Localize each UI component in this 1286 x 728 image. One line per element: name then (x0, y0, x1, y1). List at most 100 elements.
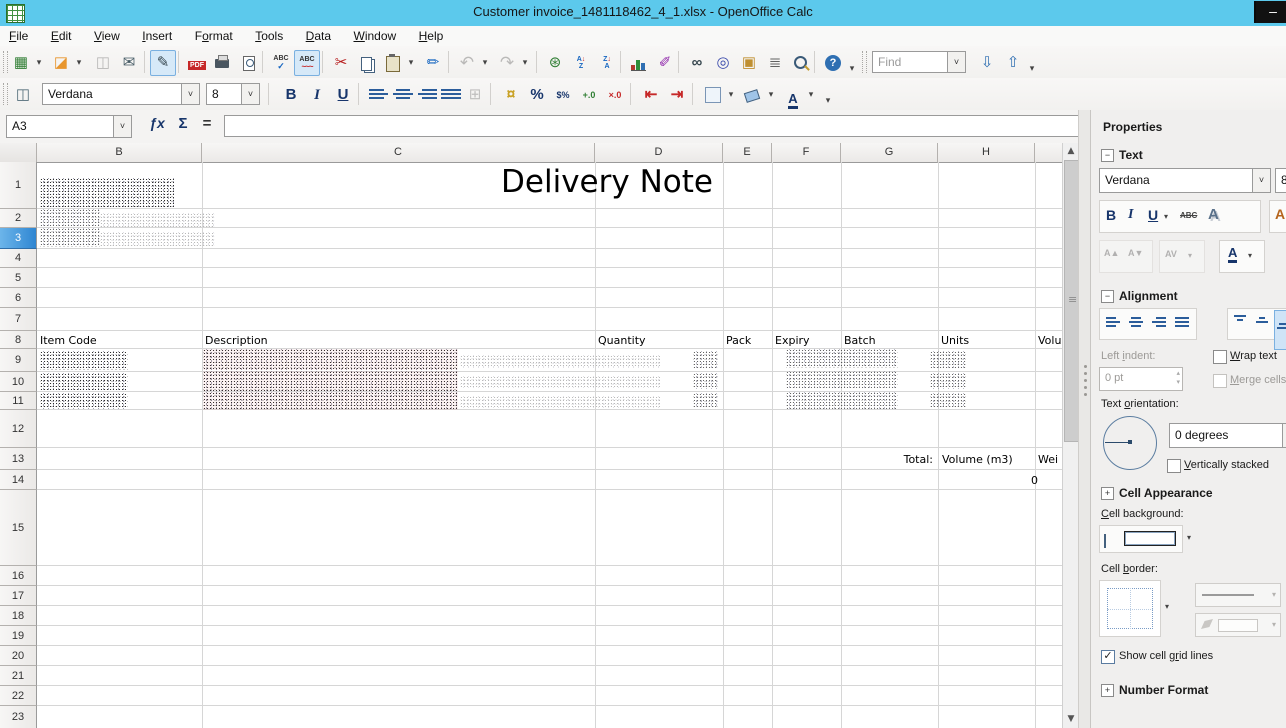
merge-cells-checkbox[interactable] (1213, 374, 1227, 388)
row-header-22[interactable]: 22 (0, 686, 37, 706)
cut-button[interactable]: ✂ (328, 50, 354, 76)
italic-button[interactable]: I (304, 82, 330, 108)
sidebar-align-right-button[interactable] (1150, 315, 1168, 327)
open-button[interactable]: ◪ (48, 50, 74, 76)
show-grid-lines-checkbox[interactable]: ✓ (1101, 650, 1115, 664)
cell-border-dropdown[interactable]: ▾ (1165, 602, 1169, 611)
new-document-button[interactable]: ▦ (8, 50, 34, 76)
section-text[interactable]: Text (1119, 148, 1143, 162)
row-header-11[interactable]: 11 (0, 392, 37, 410)
sum-button[interactable]: Σ (172, 115, 194, 137)
vertically-stacked-checkbox[interactable] (1167, 459, 1181, 473)
row-header-15[interactable]: 15 (0, 490, 37, 566)
sidebar-font-name-dropdown[interactable]: ˅ (1252, 169, 1270, 192)
row-header-10[interactable]: 10 (0, 372, 37, 392)
bold-button[interactable]: B (278, 82, 304, 108)
undo-dropdown[interactable]: ▾ (479, 56, 491, 68)
menu-help[interactable]: Help (410, 26, 453, 46)
function-wizard-button[interactable]: ƒx (146, 115, 168, 137)
find-input[interactable]: Find ˅ (872, 51, 966, 73)
cell-item-code[interactable]: Item Code (40, 334, 97, 347)
collapse-cell-appearance-section[interactable]: + (1101, 487, 1114, 500)
sort-ascending-button[interactable]: A↓Z (568, 50, 594, 76)
font-color-dropdown[interactable]: ▾ (805, 88, 817, 100)
cell-volume-header-partial[interactable]: Volu (1038, 334, 1062, 347)
menu-insert[interactable]: Insert (133, 26, 181, 46)
email-button[interactable]: ✉ (116, 50, 142, 76)
name-box[interactable]: A3 ˅ (6, 115, 132, 138)
sidebar-font-color-dropdown[interactable]: ▾ (1248, 251, 1252, 260)
background-color-button[interactable] (740, 82, 766, 108)
print-button[interactable] (210, 50, 236, 76)
merge-cells-label[interactable]: Merge cells (1230, 374, 1286, 386)
cell-border-button[interactable] (1099, 580, 1161, 637)
function-button[interactable]: = (196, 115, 218, 137)
row-header-16[interactable]: 16 (0, 566, 37, 586)
cell-background-button[interactable] (1099, 525, 1183, 553)
column-header-E[interactable]: E (723, 143, 772, 163)
find-next-button[interactable]: ⇩ (974, 50, 1000, 76)
sidebar-italic-button[interactable]: I (1128, 207, 1133, 223)
page-preview-button[interactable] (236, 50, 262, 76)
spin-up-icon[interactable]: ▴ (1176, 369, 1180, 377)
align-justify-button[interactable] (438, 82, 464, 108)
copy-button[interactable] (354, 50, 380, 76)
line-color-dropdown[interactable]: ▾ (1195, 613, 1281, 637)
select-all-corner[interactable] (0, 143, 37, 163)
data-sources-button[interactable]: ≣ (762, 50, 788, 76)
spin-down-icon[interactable]: ▾ (1176, 378, 1180, 386)
find-toolbar-overflow[interactable]: ▾ (1026, 62, 1038, 74)
background-color-dropdown[interactable]: ▾ (765, 88, 777, 100)
font-size-combo[interactable]: 8 ˅ (206, 83, 260, 105)
cell-background-dropdown[interactable]: ▾ (1187, 533, 1191, 542)
number-format-standard-button[interactable]: $% (550, 82, 576, 108)
redo-button[interactable]: ↷ (494, 50, 520, 76)
minimize-button[interactable]: – (1254, 1, 1286, 23)
menu-tools[interactable]: Tools (246, 26, 292, 46)
cell-quantity[interactable]: Quantity (598, 334, 646, 347)
orientation-combo[interactable]: 0 degrees ˅ (1169, 423, 1286, 448)
row-header-13[interactable]: 13 (0, 448, 37, 470)
row-header-14[interactable]: 14 (0, 470, 37, 490)
row-header-18[interactable]: 18 (0, 606, 37, 626)
column-header-F[interactable]: F (772, 143, 841, 163)
underline-dropdown[interactable]: ▾ (1164, 212, 1168, 221)
align-left-button[interactable] (366, 82, 392, 108)
shadow-button[interactable]: A (1208, 206, 1219, 223)
cell-total-label[interactable]: Total: (841, 453, 933, 466)
sidebar-font-size-combo[interactable]: 8 (1275, 168, 1286, 193)
align-center-button[interactable] (390, 82, 416, 108)
cell-description[interactable]: Description (205, 334, 268, 347)
column-header-G[interactable]: G (841, 143, 938, 163)
align-top-button[interactable] (1232, 313, 1248, 321)
find-previous-button[interactable]: ⇧ (1000, 50, 1026, 76)
cell-expiry[interactable]: Expiry (775, 334, 810, 347)
delete-decimal-button[interactable]: ×.0 (602, 82, 628, 108)
save-button[interactable]: ◫ (90, 50, 116, 76)
font-color-button[interactable]: A (780, 82, 806, 108)
row-header-21[interactable]: 21 (0, 666, 37, 686)
wrap-text-checkbox[interactable] (1213, 350, 1227, 364)
left-indent-spinner[interactable]: 0 pt ▴ ▾ (1099, 367, 1183, 391)
column-header-C[interactable]: C (202, 143, 595, 163)
increase-indent-button[interactable]: ⇥ (664, 82, 690, 108)
show-draw-functions-button[interactable]: ✐ (652, 50, 678, 76)
sidebar-align-left-button[interactable] (1104, 315, 1122, 327)
cell-weight-partial[interactable]: Wei (1038, 453, 1062, 466)
column-header-partial[interactable] (1035, 143, 1063, 163)
vertically-stacked-label[interactable]: Vertically stacked (1184, 459, 1269, 471)
expand-number-format-section[interactable]: + (1101, 684, 1114, 697)
cell-volume-m3[interactable]: Volume (m3) (942, 453, 1013, 466)
new-document-dropdown[interactable]: ▾ (33, 56, 45, 68)
paste-dropdown[interactable]: ▾ (405, 56, 417, 68)
gallery-button[interactable]: ▣ (736, 50, 762, 76)
char-spacing-dropdown[interactable]: ▾ (1188, 251, 1192, 260)
row-header-12[interactable]: 12 (0, 410, 37, 448)
sidebar-font-name-combo[interactable]: Verdana ˅ (1099, 168, 1271, 193)
row-header-7[interactable]: 7 (0, 308, 37, 331)
row-header-4[interactable]: 4 (0, 249, 37, 268)
help-button[interactable]: ? (820, 50, 846, 76)
add-decimal-button[interactable]: +.0 (576, 82, 602, 108)
hyperlink-button[interactable]: ⊛ (542, 50, 568, 76)
row-header-2[interactable]: 2 (0, 209, 37, 228)
